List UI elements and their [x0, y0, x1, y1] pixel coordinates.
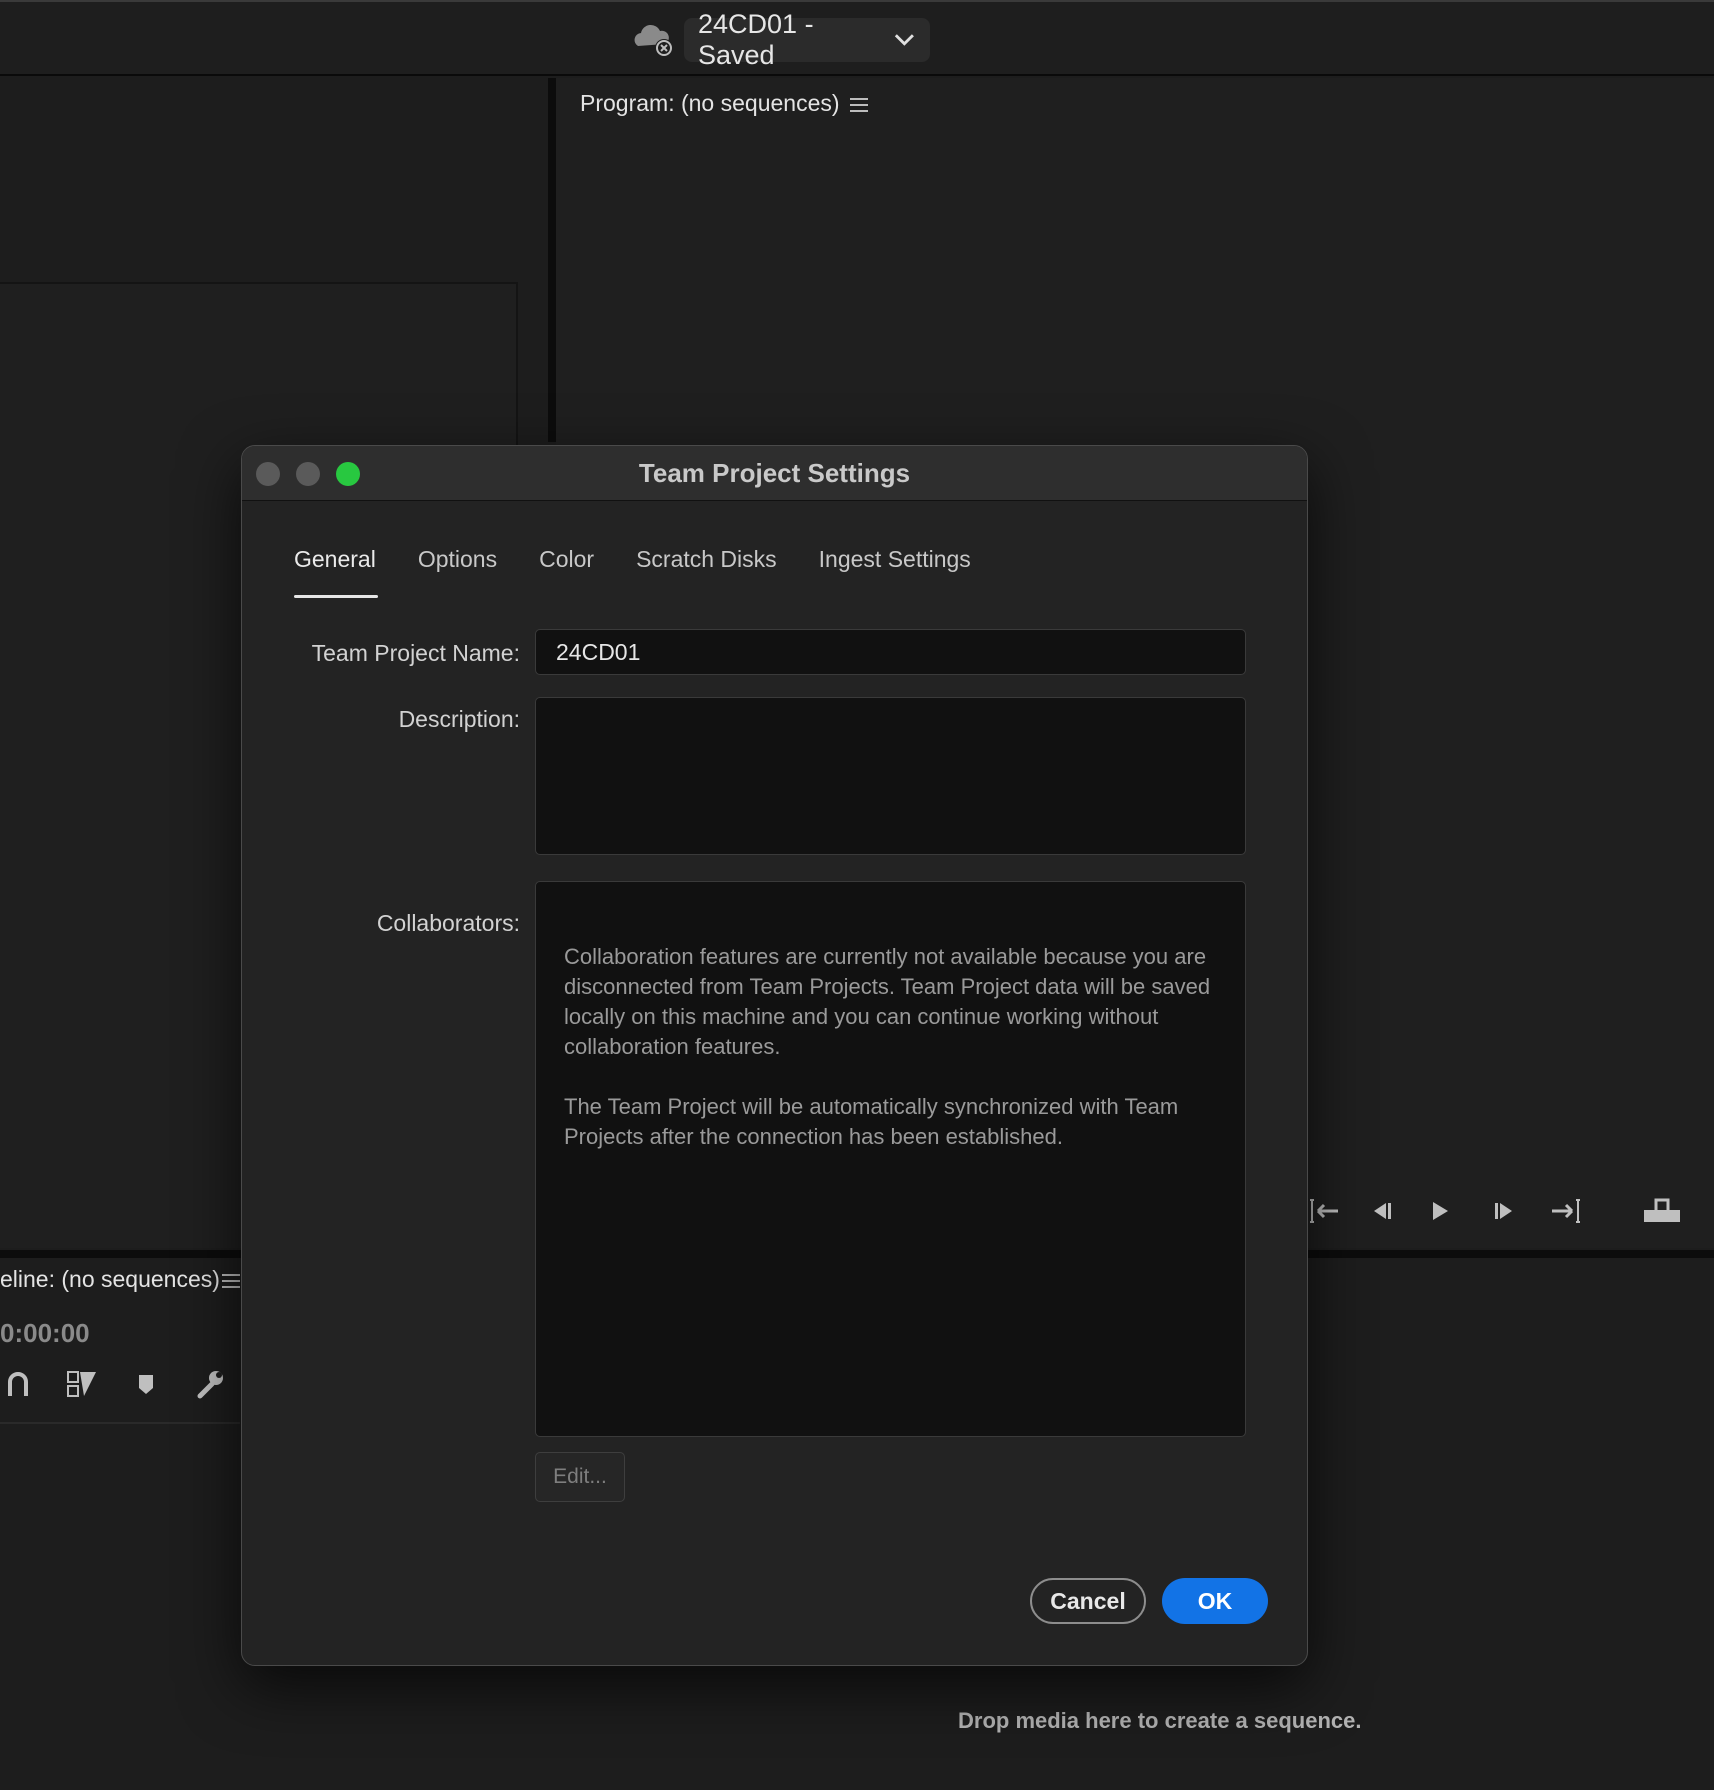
- tab-color[interactable]: Color: [539, 546, 594, 586]
- settings-tabs: General Options Color Scratch Disks Inge…: [294, 546, 971, 598]
- team-project-settings-dialog: Team Project Settings General Options Co…: [241, 445, 1308, 1666]
- cloud-disconnected-icon[interactable]: [630, 22, 676, 58]
- timeline-divider: [0, 1422, 240, 1424]
- sync-info-message: The Team Project will be automatically s…: [564, 1094, 1179, 1149]
- timeline-toolbar: [0, 1366, 240, 1402]
- timeline-panel-title: eline: (no sequences): [0, 1266, 220, 1292]
- collaborators-list: Collaboration features are currently not…: [535, 881, 1246, 1437]
- tab-options[interactable]: Options: [418, 546, 497, 586]
- step-back-icon[interactable]: [1368, 1196, 1396, 1226]
- go-to-out-icon[interactable]: [1550, 1196, 1584, 1226]
- program-panel-title: Program: (no sequences): [580, 90, 840, 116]
- drop-media-hint: Drop media here to create a sequence.: [958, 1708, 1362, 1733]
- team-project-name-input[interactable]: 24CD01: [535, 629, 1246, 675]
- wrench-settings-icon[interactable]: [194, 1368, 226, 1400]
- add-marker-icon[interactable]: [136, 1372, 156, 1398]
- panel-divider[interactable]: [548, 78, 556, 442]
- program-panel-menu-icon[interactable]: [850, 98, 868, 112]
- transport-controls: [1308, 1196, 1682, 1226]
- team-project-name-label: Team Project Name:: [311, 640, 520, 666]
- description-label: Description:: [398, 706, 520, 732]
- dialog-titlebar[interactable]: Team Project Settings: [242, 446, 1307, 501]
- tab-general[interactable]: General: [294, 546, 378, 598]
- app-window: 24CD01 - Saved Program: (no sequences) e…: [0, 0, 1714, 1790]
- description-textarea[interactable]: [535, 697, 1246, 855]
- export-frame-icon[interactable]: [1642, 1196, 1682, 1226]
- step-forward-icon[interactable]: [1490, 1196, 1518, 1226]
- chevron-down-icon: [895, 34, 915, 46]
- linked-selection-icon[interactable]: [66, 1368, 98, 1400]
- timeline-timecode[interactable]: 0:00:00: [0, 1318, 90, 1349]
- project-status-dropdown[interactable]: 24CD01 - Saved: [684, 9, 930, 70]
- snap-magnet-icon[interactable]: [6, 1370, 30, 1400]
- cancel-button[interactable]: Cancel: [1030, 1578, 1146, 1624]
- project-title: 24CD01 - Saved: [698, 9, 814, 70]
- top-bar: 24CD01 - Saved: [0, 0, 1714, 76]
- go-to-in-icon[interactable]: [1308, 1196, 1342, 1226]
- tab-scratch-disks[interactable]: Scratch Disks: [636, 546, 777, 586]
- collaborators-label: Collaborators:: [376, 910, 520, 936]
- dialog-title: Team Project Settings: [638, 458, 911, 488]
- tab-ingest-settings[interactable]: Ingest Settings: [819, 546, 971, 586]
- ok-button[interactable]: OK: [1162, 1578, 1268, 1624]
- collaboration-unavailable-message: Collaboration features are currently not…: [564, 944, 1211, 1059]
- timeline-panel-menu-icon[interactable]: [222, 1274, 240, 1288]
- play-icon[interactable]: [1428, 1196, 1452, 1226]
- edit-collaborators-button[interactable]: Edit...: [535, 1452, 625, 1502]
